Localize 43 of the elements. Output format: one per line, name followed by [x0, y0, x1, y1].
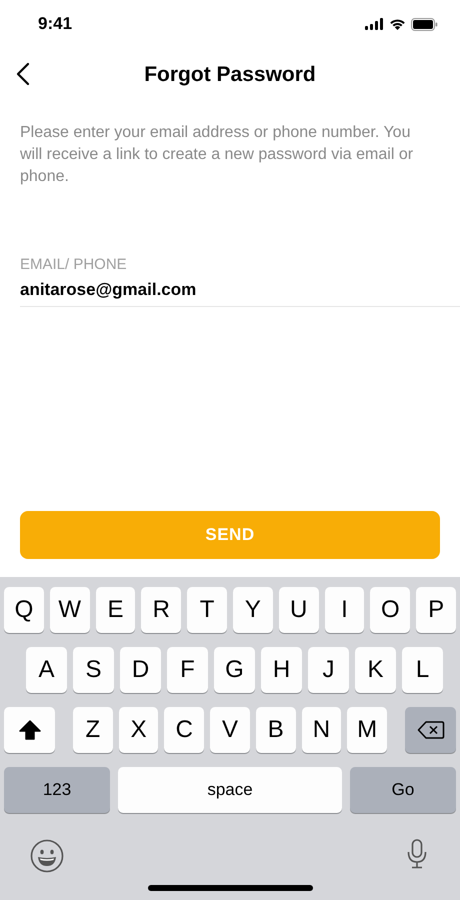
keyboard-key[interactable]: J	[308, 647, 349, 693]
signal-icon	[365, 18, 384, 30]
keyboard-key[interactable]: A	[26, 647, 67, 693]
emoji-icon[interactable]	[30, 839, 64, 873]
keyboard-key[interactable]: Z	[73, 707, 113, 753]
keyboard-key[interactable]: D	[120, 647, 161, 693]
keyboard-key[interactable]: L	[402, 647, 443, 693]
numbers-key[interactable]: 123	[4, 767, 110, 813]
keyboard-key[interactable]: R	[141, 587, 182, 633]
email-input[interactable]: anitarose@gmail.com	[20, 280, 440, 300]
instructions-text: Please enter your email address or phone number. You will receive a link to create a new password via email or phone.	[20, 123, 414, 187]
keyboard-key[interactable]: U	[278, 587, 319, 633]
keyboard-key[interactable]: K	[355, 647, 396, 693]
go-key[interactable]: Go	[350, 767, 456, 813]
keyboard-key[interactable]: W	[50, 587, 90, 633]
keyboard-key[interactable]: Q	[4, 587, 44, 633]
delete-key[interactable]	[405, 707, 456, 753]
page-title: Forgot Password	[144, 63, 316, 87]
keyboard-key[interactable]: B	[256, 707, 296, 753]
keyboard-key[interactable]: O	[370, 587, 410, 633]
keyboard-key[interactable]: C	[164, 707, 204, 753]
backspace-icon	[416, 720, 444, 740]
keyboard-key[interactable]: M	[347, 707, 388, 753]
back-button[interactable]	[16, 62, 30, 86]
keyboard-key[interactable]: X	[118, 707, 158, 753]
keyboard-key[interactable]: P	[416, 587, 456, 633]
battery-icon	[411, 18, 438, 30]
status-time: 9:41	[38, 14, 72, 34]
keyboard-key[interactable]: F	[167, 647, 208, 693]
space-key[interactable]: space	[118, 767, 342, 813]
shift-arrow-icon	[18, 720, 40, 740]
keyboard-key[interactable]: N	[302, 707, 342, 753]
keyboard-key[interactable]: S	[73, 647, 114, 693]
keyboard-key[interactable]: H	[261, 647, 302, 693]
keyboard-key[interactable]: T	[187, 587, 227, 633]
keyboard-key[interactable]: I	[324, 587, 364, 633]
wifi-icon	[389, 18, 406, 30]
field-label: EMAIL/ PHONE	[20, 256, 128, 273]
keyboard-key[interactable]: E	[96, 587, 136, 633]
keyboard-key[interactable]: Y	[232, 587, 273, 633]
keyboard-key[interactable]: V	[210, 707, 250, 753]
shift-key[interactable]	[4, 707, 55, 753]
keyboard-key[interactable]: G	[214, 647, 255, 693]
